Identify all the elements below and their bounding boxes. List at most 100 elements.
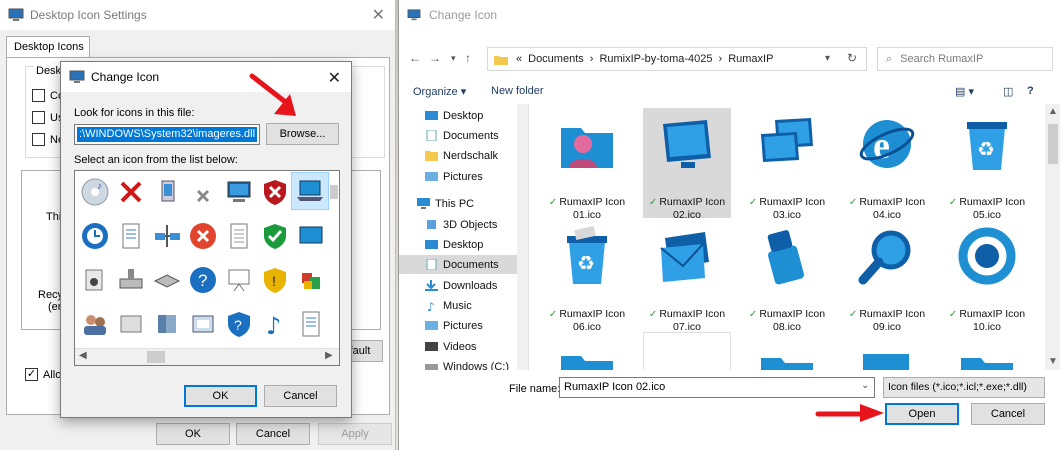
media-player-icon[interactable] <box>76 261 114 299</box>
tab-desktop-icons[interactable]: Desktop Icons <box>6 36 90 58</box>
scanner-icon[interactable] <box>148 261 186 299</box>
chevron-down-icon[interactable]: ⌄ <box>861 380 869 391</box>
close-icon[interactable]: ✕ <box>328 68 341 88</box>
file-name-input[interactable]: RumaxIP Icon 02.ico <box>559 377 875 398</box>
file-item-05[interactable]: ♻ ✓ RumaxIP Icon 05.ico <box>943 108 1031 221</box>
file-item-04[interactable]: e ✓ RumaxIP Icon 04.ico <box>843 108 931 221</box>
tree-item-documents[interactable]: Documents <box>399 126 517 145</box>
address-bar[interactable]: « Documents › RumixIP-by-toma-4025 › Rum… <box>487 47 867 71</box>
close-icon[interactable]: ✕ <box>372 5 385 25</box>
text-document-icon[interactable] <box>292 305 330 343</box>
file-list[interactable]: ✓ RumaxIP Icon 01.ico ✓ RumaxIP Icon 02.ico … <box>535 104 1045 370</box>
help-icon[interactable]: ? <box>184 261 222 299</box>
chevron-up-icon[interactable]: ▲ <box>1048 106 1058 117</box>
file-item-partial[interactable] <box>743 332 831 370</box>
icon-file-path-input[interactable]: :\WINDOWS\System32\imageres.dll <box>74 124 260 145</box>
checkbox-computer[interactable] <box>32 89 45 102</box>
small-x-icon[interactable] <box>184 173 222 211</box>
display-icon[interactable] <box>292 217 330 255</box>
tree-item-this-pc[interactable]: This PC <box>399 194 517 213</box>
address-dropdown-icon[interactable]: ▾ <box>825 53 830 64</box>
cd-audio-icon[interactable]: ♪ <box>76 173 114 211</box>
tree-item-pictures[interactable]: Pictures <box>399 167 517 186</box>
shield-warning-icon[interactable]: ! <box>256 261 294 299</box>
blank-document-icon[interactable] <box>220 217 258 255</box>
computer-icon[interactable] <box>220 173 258 211</box>
tree-item-videos[interactable]: Videos <box>399 337 517 356</box>
radiator-icon[interactable] <box>112 305 150 343</box>
red-x-icon[interactable] <box>112 173 150 211</box>
file-item-07[interactable]: ✓ RumaxIP Icon 07.ico <box>643 220 731 333</box>
forward-arrow-icon[interactable]: → <box>429 51 441 65</box>
drive-icon[interactable] <box>112 261 150 299</box>
cancel-button[interactable]: Cancel <box>264 385 337 407</box>
file-item-03[interactable]: ✓ RumaxIP Icon 03.ico <box>743 108 831 221</box>
file-item-10[interactable]: ✓ RumaxIP Icon 10.ico <box>943 220 1031 333</box>
file-item-partial[interactable] <box>943 332 1031 370</box>
users-icon[interactable] <box>76 305 114 343</box>
allow-themes-checkbox[interactable]: ✓ <box>25 368 38 381</box>
tree-item-desktop[interactable]: Desktop <box>399 106 517 125</box>
file-item-06[interactable]: ♻ ✓ RumaxIP Icon 06.ico <box>543 220 631 333</box>
file-item-partial[interactable] <box>543 332 631 370</box>
chevron-down-icon[interactable]: ▼ <box>1048 356 1058 367</box>
organize-button[interactable]: Organize ▾ <box>413 85 466 98</box>
file-type-select[interactable]: Icon files (*.ico;*.icl;*.exe;*.dll) <box>883 377 1045 398</box>
tree-item-nerdschalk[interactable]: Nerdschalk <box>399 146 517 165</box>
cancel-button[interactable]: Cancel <box>236 423 310 445</box>
file-item-01[interactable]: ✓ RumaxIP Icon 01.ico <box>543 108 631 221</box>
tree-item-desktop-pc[interactable]: Desktop <box>399 235 517 254</box>
window-frame-icon[interactable] <box>184 305 222 343</box>
refresh-icon[interactable]: ↻ <box>847 51 857 65</box>
partial-icon[interactable] <box>328 173 339 211</box>
chevron-down-icon[interactable]: ▾ <box>451 53 456 64</box>
chevron-left-icon[interactable]: ◀ <box>79 350 87 361</box>
red-circle-x-icon[interactable] <box>184 217 222 255</box>
back-arrow-icon[interactable]: ← <box>409 51 421 65</box>
icon-list[interactable]: ♪ ? ! ? ♪ ◀ ▶ <box>74 170 340 366</box>
music-note-icon[interactable]: ♪ <box>256 305 294 343</box>
breadcrumb-separator[interactable]: › <box>590 53 594 65</box>
shield-question-icon[interactable]: ? <box>220 305 258 343</box>
breadcrumb-documents[interactable]: Documents <box>528 53 584 65</box>
programs-icon[interactable] <box>292 261 330 299</box>
clock-arrow-icon[interactable] <box>76 217 114 255</box>
ok-button[interactable]: OK <box>184 385 257 407</box>
checkbox-user-files[interactable] <box>32 111 45 124</box>
laptop-icon[interactable] <box>291 172 329 210</box>
cancel-button[interactable]: Cancel <box>971 403 1045 425</box>
ok-button[interactable]: OK <box>156 423 230 445</box>
help-icon[interactable]: ? <box>1027 85 1034 97</box>
search-box[interactable]: ⌕ Search RumaxIP <box>877 47 1053 71</box>
new-folder-button[interactable]: New folder <box>491 85 544 97</box>
breadcrumb-rumaxip[interactable]: RumaxIP <box>728 53 773 65</box>
presentation-icon[interactable] <box>220 261 258 299</box>
tree-item-pictures-pc[interactable]: Pictures <box>399 316 517 335</box>
file-item-09[interactable]: ✓ RumaxIP Icon 09.ico <box>843 220 931 333</box>
file-item-partial[interactable] <box>843 332 931 370</box>
open-button[interactable]: Open <box>885 403 959 425</box>
tree-item-music[interactable]: ♪ Music <box>399 296 517 315</box>
binder-icon[interactable] <box>148 305 186 343</box>
breadcrumb-rumixip[interactable]: RumixIP-by-toma-4025 <box>599 53 712 65</box>
file-item-02[interactable]: ✓ RumaxIP Icon 02.ico <box>643 108 731 221</box>
document-icon[interactable] <box>112 217 150 255</box>
mobile-device-icon[interactable] <box>148 173 186 211</box>
checkbox-network[interactable] <box>32 133 45 146</box>
view-options-icon[interactable]: ▤ ▾ <box>955 85 974 98</box>
apply-button[interactable]: Apply <box>318 423 392 445</box>
tree-item-windows-c[interactable]: Windows (C:) <box>399 357 517 370</box>
tree-item-documents-pc[interactable]: Documents <box>399 255 517 274</box>
file-list-scrollbar[interactable]: ▲ ▼ <box>1045 104 1060 370</box>
file-item-partial[interactable] <box>643 332 731 370</box>
preview-pane-icon[interactable]: ◫ <box>1003 85 1013 98</box>
scroll-thumb[interactable] <box>1048 124 1058 164</box>
file-item-08[interactable]: ✓ RumaxIP Icon 08.ico <box>743 220 831 333</box>
shield-check-icon[interactable] <box>256 217 294 255</box>
scroll-thumb[interactable] <box>147 351 165 363</box>
network-connection-icon[interactable] <box>148 217 186 255</box>
tree-item-3d-objects[interactable]: 3D Objects <box>399 215 517 234</box>
icon-list-hscroll[interactable]: ◀ ▶ <box>75 348 339 365</box>
shield-x-icon[interactable] <box>256 173 294 211</box>
chevron-right-icon[interactable]: ▶ <box>325 350 333 361</box>
